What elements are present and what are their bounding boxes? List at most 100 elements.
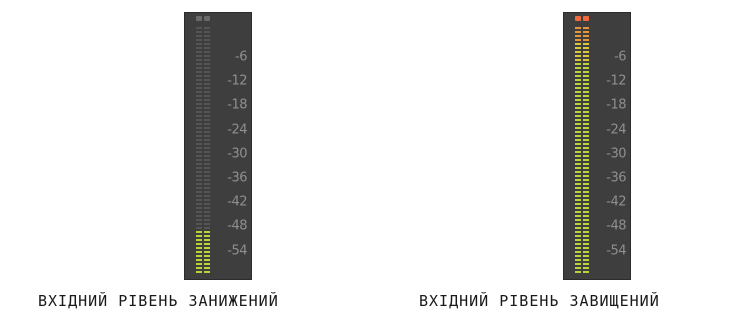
- meter-segment: [196, 259, 202, 261]
- meter-segment: [575, 151, 581, 153]
- meter-segment: [583, 195, 589, 197]
- meter-segment: [196, 195, 202, 197]
- meter-segment: [575, 35, 581, 37]
- caption-level-low: ВХІДНИЙ РІВЕНЬ ЗАНИЖЕНИЙ: [38, 292, 279, 310]
- meter-segment: [575, 91, 581, 93]
- meter-segment: [196, 107, 202, 109]
- meter-segment: [196, 267, 202, 269]
- db-scale-label: -18: [227, 97, 247, 113]
- meter-segment: [575, 63, 581, 65]
- meter-segment: [196, 271, 202, 273]
- meter-segment: [204, 191, 210, 193]
- meter-segment: [583, 199, 589, 201]
- meter-segment: [196, 27, 202, 29]
- meter-segment: [196, 55, 202, 57]
- meter-segment: [196, 63, 202, 65]
- meter-segment: [583, 219, 589, 221]
- db-scale: -6 -12 -18 -24 -30 -36 -42 -48 -54: [594, 13, 630, 279]
- meter-segment: [583, 139, 589, 141]
- meter-channel-left: [575, 24, 581, 275]
- meter-segment: [583, 67, 589, 69]
- meter-segment: [575, 155, 581, 157]
- meter-segment: [583, 223, 589, 225]
- meter-segment: [196, 95, 202, 97]
- meter-segment: [204, 111, 210, 113]
- meter-segment: [583, 135, 589, 137]
- meter-segment: [583, 175, 589, 177]
- db-scale-label: -48: [606, 218, 626, 234]
- meter-segment: [196, 155, 202, 157]
- meter-segment: [583, 255, 589, 257]
- meter-segment: [204, 263, 210, 265]
- meter-segment: [196, 219, 202, 221]
- meter-segment: [196, 143, 202, 145]
- db-scale: -6 -12 -18 -24 -30 -36 -42 -48 -54: [215, 13, 251, 279]
- meter-segment: [575, 95, 581, 97]
- meter-segment: [204, 159, 210, 161]
- meter-segment: [204, 147, 210, 149]
- meter-segment: [196, 167, 202, 169]
- meter-segment: [575, 135, 581, 137]
- meter-segment: [196, 203, 202, 205]
- meter-segment: [583, 87, 589, 89]
- meter-segment: [196, 111, 202, 113]
- meter-segment: [583, 55, 589, 57]
- meter-segment: [196, 215, 202, 217]
- meter-segment: [204, 207, 210, 209]
- meter-segment: [204, 67, 210, 69]
- db-scale-label: -42: [227, 194, 247, 210]
- meter-segment: [583, 123, 589, 125]
- meter-segment: [204, 235, 210, 237]
- meter-segment: [575, 171, 581, 173]
- meter-segment: [575, 123, 581, 125]
- meter-segment: [575, 259, 581, 261]
- meter-segment: [583, 267, 589, 269]
- meter-segment: [575, 119, 581, 121]
- meter-segment: [575, 27, 581, 29]
- meter-segment: [583, 147, 589, 149]
- meter-segment: [575, 147, 581, 149]
- meter-segment: [575, 247, 581, 249]
- meter-segment: [583, 235, 589, 237]
- meter-segment: [583, 183, 589, 185]
- meter-segment: [204, 87, 210, 89]
- meter-segment: [575, 243, 581, 245]
- meter-segment: [575, 263, 581, 265]
- meter-segment: [583, 215, 589, 217]
- meter-segment: [204, 39, 210, 41]
- meter-segment: [204, 115, 210, 117]
- meter-segment: [204, 163, 210, 165]
- meter-segment: [196, 59, 202, 61]
- meter-segment: [196, 103, 202, 105]
- meter-segment: [583, 47, 589, 49]
- meter-segment: [196, 75, 202, 77]
- meter-segment: [583, 263, 589, 265]
- meter-segment: [583, 211, 589, 213]
- meter-segment: [196, 223, 202, 225]
- meter-segment: [204, 171, 210, 173]
- meter-segment: [575, 59, 581, 61]
- meter-segment: [204, 251, 210, 253]
- meter-segment: [204, 79, 210, 81]
- meter-segment: [196, 135, 202, 137]
- peak-indicator-right: [204, 16, 210, 21]
- meter-segment: [583, 107, 589, 109]
- db-scale-label: -12: [606, 73, 626, 89]
- meter-segment: [204, 51, 210, 53]
- meter-segment: [204, 75, 210, 77]
- db-scale-label: -30: [606, 146, 626, 162]
- meter-segment: [204, 135, 210, 137]
- meter-segment: [196, 243, 202, 245]
- meter-segment: [196, 227, 202, 229]
- meter-segment: [204, 139, 210, 141]
- meter-segment: [196, 187, 202, 189]
- meter-segment: [575, 159, 581, 161]
- meter-segment: [583, 251, 589, 253]
- meter-segment: [204, 179, 210, 181]
- db-scale-label: -6: [614, 49, 626, 65]
- meter-segment: [575, 239, 581, 241]
- meter-segment: [575, 175, 581, 177]
- meter-segment: [204, 103, 210, 105]
- meter-segment: [575, 211, 581, 213]
- meter-segment: [583, 131, 589, 133]
